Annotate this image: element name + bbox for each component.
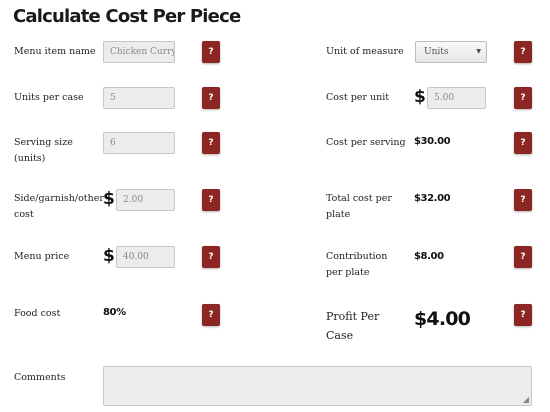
cost-per-unit-currency-symbol: $ [414,87,426,107]
resize-grip-icon[interactable]: ◢ [523,396,529,404]
menu-item-name-help-button[interactable]: ? [202,41,220,63]
profit-per-case-help-button[interactable]: ? [514,304,532,326]
cost-per-serving-label: Cost per serving [326,137,406,148]
contribution-per-plate-value: $8.00 [414,251,444,262]
cost-per-unit-input[interactable]: 5.00 [427,87,486,109]
food-cost-value: 80% [103,307,126,318]
units-per-case-label: Units per case [14,92,84,103]
unit-of-measure-help-button[interactable]: ? [514,41,532,63]
side-cost-help-button[interactable]: ? [202,189,220,211]
menu-price-currency-symbol: $ [103,246,115,266]
contribution-per-plate-help-button[interactable]: ? [514,246,532,268]
food-cost-label: Food cost [14,308,61,319]
cost-per-serving-help-button[interactable]: ? [514,132,532,154]
food-cost-help-button[interactable]: ? [202,304,220,326]
comments-label: Comments [14,372,66,383]
side-cost-currency-symbol: $ [103,189,115,209]
menu-item-name-label: Menu item name [14,46,96,57]
cost-per-unit-label: Cost per unit [326,92,390,103]
cost-per-unit-help-button[interactable]: ? [514,87,532,109]
menu-item-name-input[interactable]: Chicken Curry [103,41,175,63]
unit-of-measure-label: Unit of measure [326,46,404,57]
units-per-case-input[interactable]: 5 [103,87,175,109]
menu-price-help-button[interactable]: ? [202,246,220,268]
total-cost-per-plate-label: Total cost per plate [326,193,392,220]
unit-of-measure-selected-value: Units [424,47,449,57]
serving-size-help-button[interactable]: ? [202,132,220,154]
units-per-case-help-button[interactable]: ? [202,87,220,109]
dropdown-arrow-icon: ▼ [476,48,481,55]
total-cost-per-plate-help-button[interactable]: ? [514,189,532,211]
serving-size-input[interactable]: 6 [103,132,175,154]
side-cost-label: Side/garnish/other cost [14,193,104,220]
cost-per-serving-value: $30.00 [414,136,451,147]
page-title: Calculate Cost Per Piece [13,6,241,27]
profit-per-case-label: Profit Per Case [326,310,380,342]
side-cost-input[interactable]: 2.00 [116,189,175,211]
contribution-per-plate-label: Contribution per plate [326,251,388,278]
menu-price-label: Menu price [14,251,70,262]
total-cost-per-plate-value: $32.00 [414,193,451,204]
menu-price-input[interactable]: 40.00 [116,246,175,268]
serving-size-label: Serving size (units) [14,137,73,164]
unit-of-measure-select[interactable]: Units ▼ [415,41,487,63]
comments-textarea[interactable]: ◢ [103,366,532,406]
profit-per-case-value: $4.00 [414,308,471,330]
